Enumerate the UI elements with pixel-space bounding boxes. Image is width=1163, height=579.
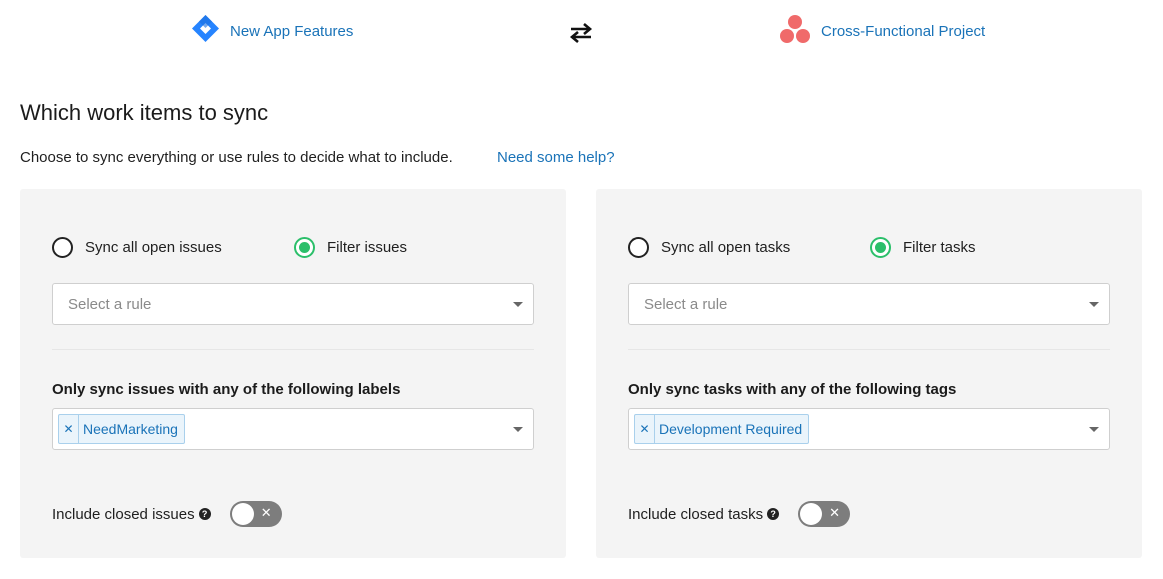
caret-down-icon (1089, 427, 1099, 432)
right-include-closed-toggle[interactable]: ✕ (798, 501, 851, 527)
left-radio-sync-all[interactable]: Sync all open issues (52, 237, 294, 258)
toggle-knob (800, 503, 823, 525)
caret-down-icon (513, 427, 523, 432)
right-radio-filter[interactable]: Filter tasks (870, 237, 976, 258)
left-sync-panel: Sync all open issues Filter issues Selec… (20, 189, 566, 558)
question-circle-icon[interactable]: ? (767, 508, 780, 520)
right-include-closed-row: Include closed tasks ? ✕ (628, 501, 851, 527)
toggle-off-x-icon: ✕ (829, 505, 841, 520)
toggle-knob (231, 503, 254, 525)
left-project-name: New App Features (230, 22, 354, 40)
page-subtitle: Choose to sync everything or use rules t… (20, 149, 453, 166)
left-project-link[interactable]: New App Features (191, 14, 353, 48)
left-include-closed-row: Include closed issues ? ✕ (52, 501, 282, 527)
sync-header: New App Features Cross-Functional Projec… (0, 0, 1163, 64)
toggle-label: Include closed issues (52, 505, 195, 523)
radio-button-checked[interactable] (870, 237, 891, 258)
help-link[interactable]: Need some help? (497, 149, 615, 166)
right-project-name: Cross-Functional Project (821, 23, 986, 40)
right-tags-multiselect[interactable]: ✕ Development Required (628, 408, 1110, 450)
tag-chip: ✕ NeedMarketing (58, 414, 185, 444)
left-labels-multiselect[interactable]: ✕ NeedMarketing (52, 408, 534, 450)
asana-logo-icon (779, 14, 811, 49)
tag-chip-label: Development Required (659, 421, 803, 437)
radio-label: Sync all open issues (85, 239, 222, 256)
tag-chip-label: NeedMarketing (83, 421, 178, 437)
left-sync-mode-radio-group: Sync all open issues Filter issues (52, 237, 407, 258)
caret-down-icon (513, 302, 523, 307)
toggle-off-x-icon: ✕ (260, 505, 272, 520)
tag-chip: ✕ Development Required (634, 414, 810, 444)
radio-button-checked[interactable] (294, 237, 315, 258)
select-placeholder: Select a rule (644, 296, 728, 313)
right-sync-mode-radio-group: Sync all open tasks Filter tasks (628, 237, 976, 258)
page-title: Which work items to sync (20, 100, 269, 125)
right-radio-sync-all[interactable]: Sync all open tasks (628, 237, 870, 258)
question-circle-icon[interactable]: ? (198, 508, 211, 520)
remove-tag-icon[interactable]: ✕ (635, 415, 655, 443)
tags-filter-heading: Only sync tasks with any of the followin… (628, 381, 957, 398)
radio-label: Filter issues (327, 239, 408, 256)
swap-arrows-icon[interactable] (569, 22, 593, 44)
left-include-closed-toggle[interactable]: ✕ (229, 501, 282, 527)
divider (52, 349, 534, 350)
jira-logo-icon (191, 14, 220, 48)
radio-button-unchecked[interactable] (52, 237, 73, 258)
caret-down-icon (1089, 302, 1099, 307)
radio-label: Sync all open tasks (661, 239, 791, 256)
left-rule-select[interactable]: Select a rule (52, 283, 534, 325)
right-project-link[interactable]: Cross-Functional Project (779, 14, 985, 49)
remove-tag-icon[interactable]: ✕ (59, 415, 79, 443)
toggle-label: Include closed tasks (628, 505, 764, 523)
radio-button-unchecked[interactable] (628, 237, 649, 258)
radio-label: Filter tasks (903, 239, 976, 256)
left-radio-filter[interactable]: Filter issues (294, 237, 407, 258)
select-placeholder: Select a rule (68, 296, 152, 313)
right-rule-select[interactable]: Select a rule (628, 283, 1110, 325)
divider (628, 349, 1110, 350)
right-sync-panel: Sync all open tasks Filter tasks Select … (596, 189, 1142, 558)
labels-filter-heading: Only sync issues with any of the followi… (52, 381, 401, 398)
